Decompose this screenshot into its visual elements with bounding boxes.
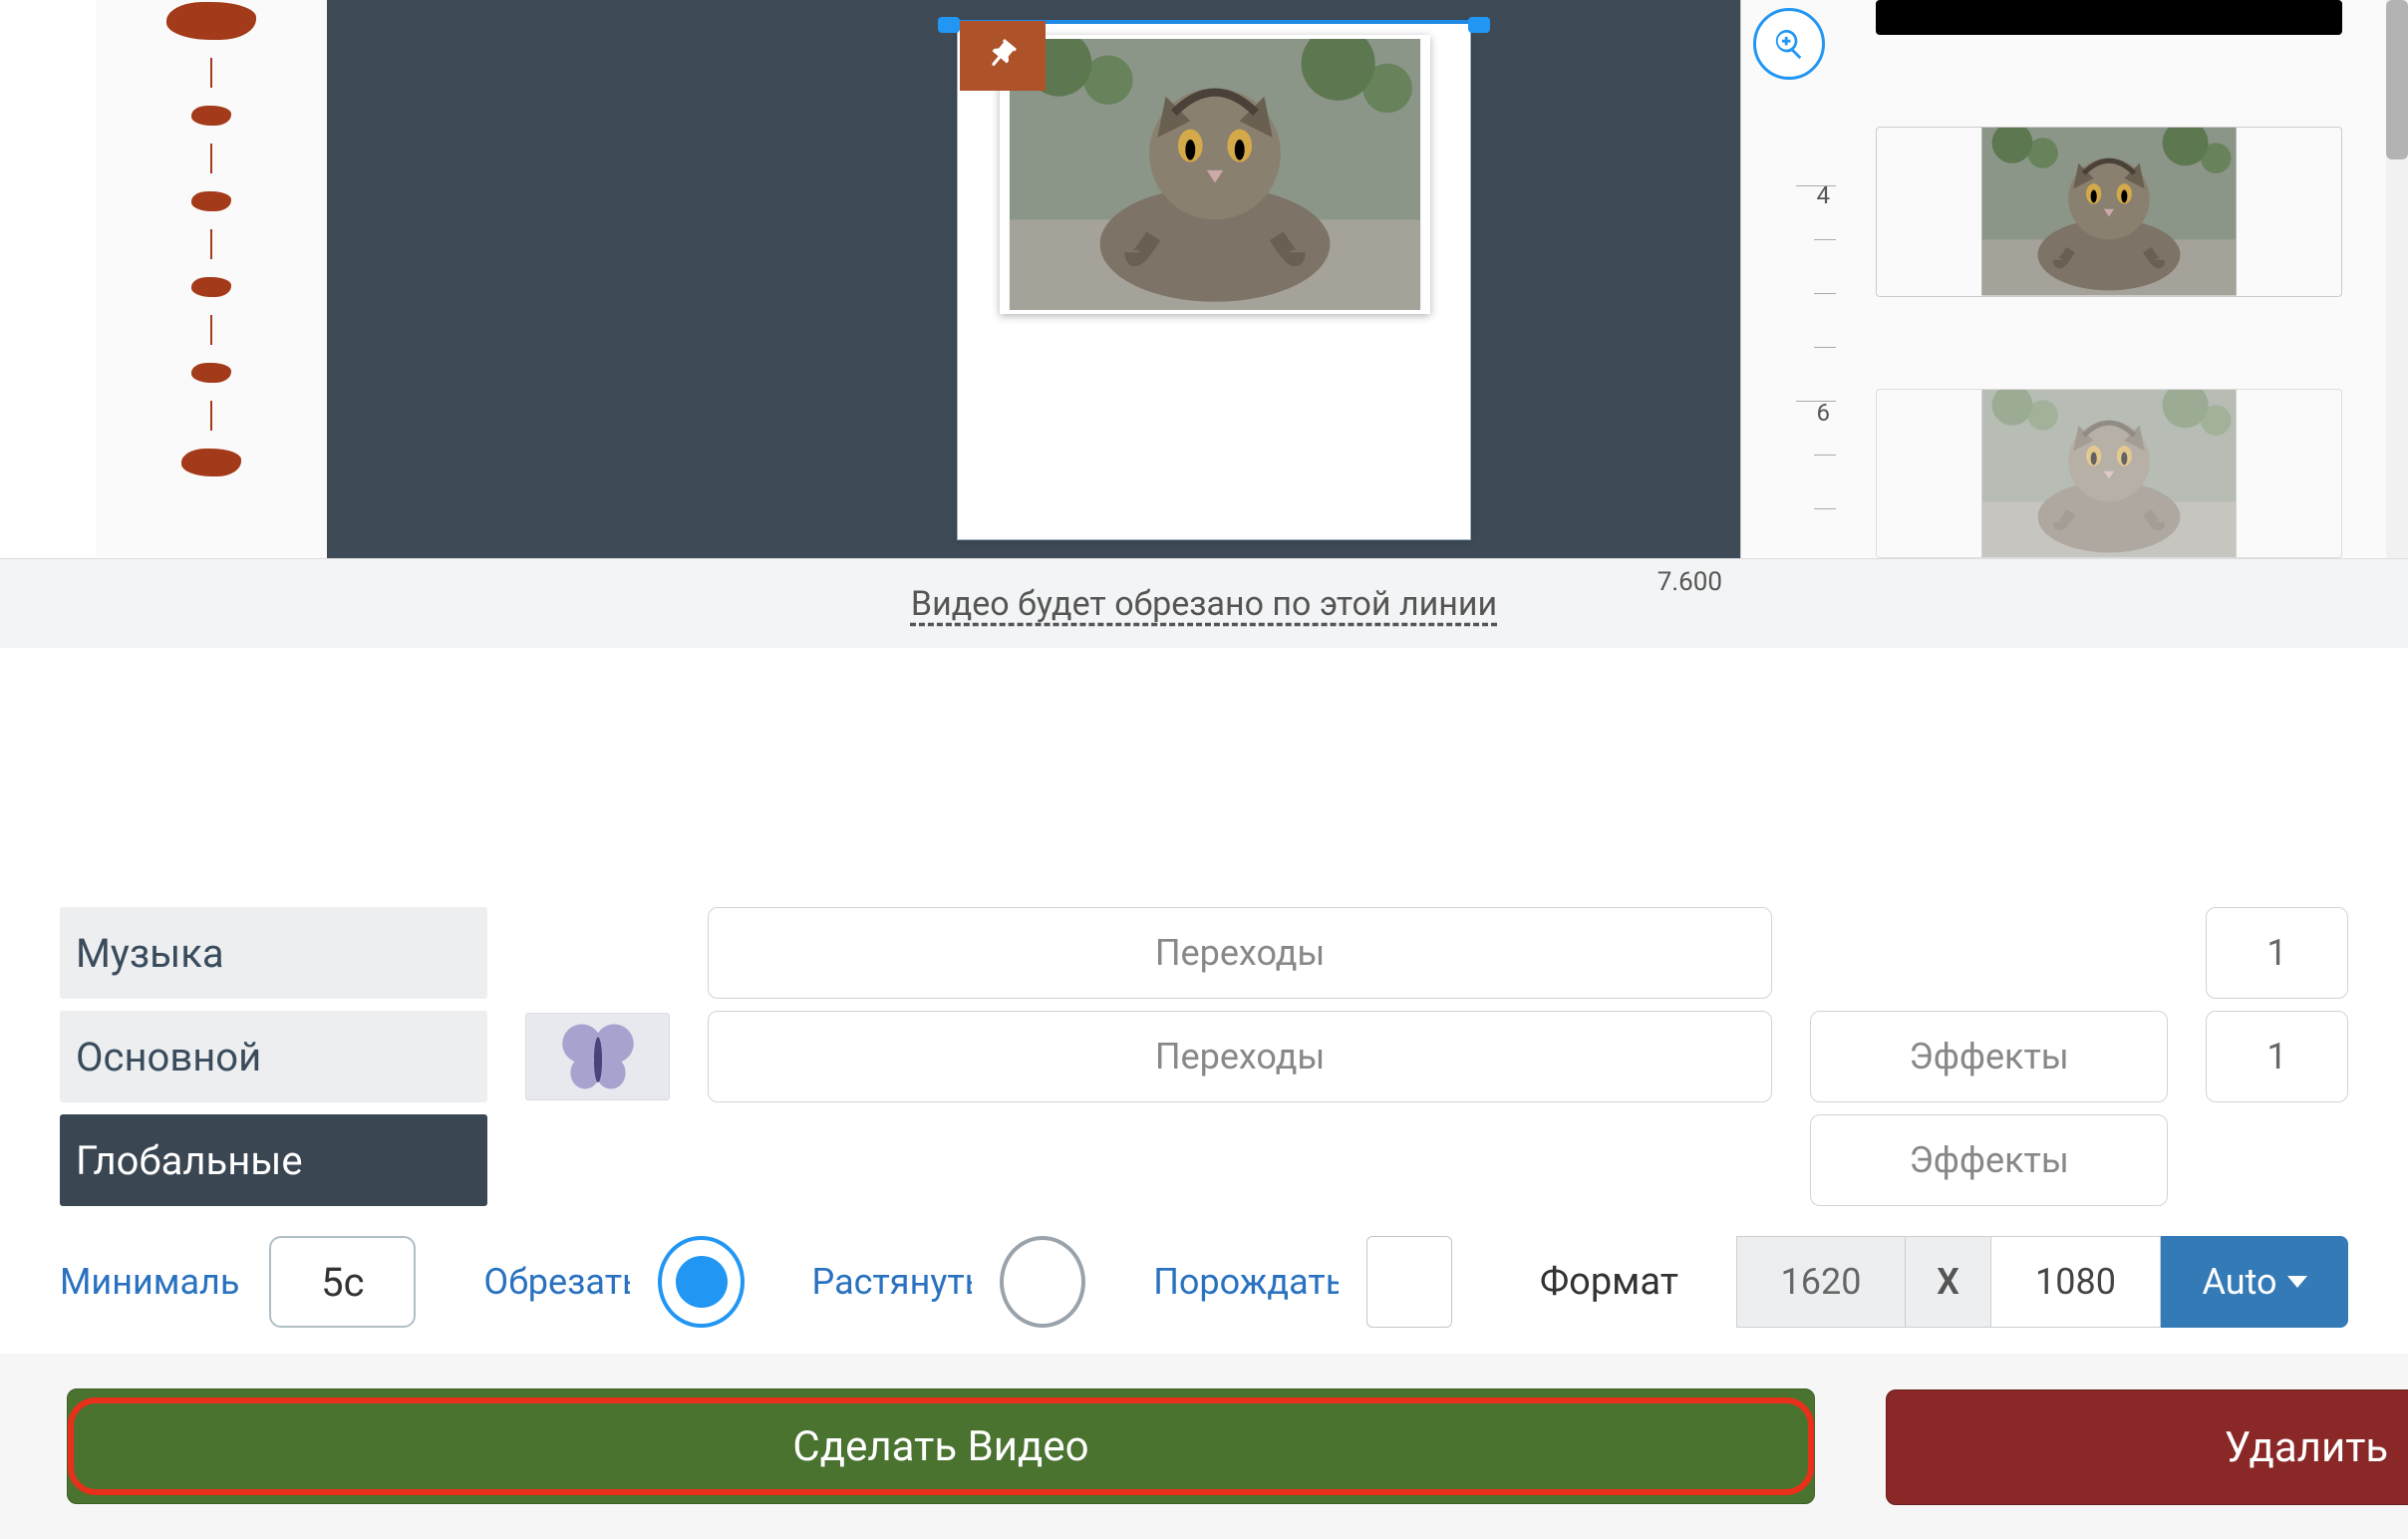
zoom-button[interactable] <box>1753 8 1825 80</box>
timeline: 4 6 <box>0 0 2408 558</box>
time-ruler: 4 6 <box>1740 0 1836 558</box>
audio-waveform-track[interactable] <box>96 0 327 558</box>
transitions-button[interactable]: Переходы <box>708 1011 1772 1102</box>
scrollbar[interactable] <box>2386 0 2408 558</box>
transitions-button[interactable]: Переходы <box>708 907 1772 999</box>
spawn-label: Порождать <box>1153 1261 1339 1303</box>
format-label: Формат <box>1540 1260 1678 1304</box>
stretch-radio[interactable] <box>1000 1236 1085 1328</box>
layer-global: Глобальные Эффекты <box>60 1114 2348 1206</box>
layer-main: Основной Переходы Эффекты 1 <box>60 1011 2348 1102</box>
minimal-label: Минималь <box>60 1261 241 1303</box>
trim-time: 7.600 <box>1657 567 1722 597</box>
layer-music: Музыка Переходы 1 <box>60 907 2348 999</box>
trim-notice-bar: Видео будет обрезано по этой линии 7.600 <box>0 558 2408 648</box>
trim-notice-text[interactable]: Видео будет обрезано по этой линии <box>911 584 1497 624</box>
crop-radio[interactable] <box>658 1236 744 1328</box>
effects-button[interactable]: Эффекты <box>1810 1011 2168 1102</box>
clip-handle-left[interactable] <box>938 17 960 33</box>
footer: Сделать Видео Удалить <box>0 1354 2408 1539</box>
gutter <box>0 0 96 558</box>
make-video-button[interactable]: Сделать Видео <box>67 1388 1815 1504</box>
clip-handle-right[interactable] <box>1468 17 1490 33</box>
butterfly-icon <box>559 1021 637 1092</box>
layer-main-label[interactable]: Основной <box>60 1011 487 1102</box>
stretch-label: Растянуть <box>812 1261 973 1303</box>
chevron-down-icon <box>2287 1276 2307 1288</box>
effects-button[interactable]: Эффекты <box>1810 1114 2168 1206</box>
pin-badge[interactable] <box>960 21 1046 91</box>
tick-4: 4 <box>1817 181 1831 209</box>
layer-music-label[interactable]: Музыка <box>60 907 487 999</box>
music-count[interactable]: 1 <box>2206 907 2348 999</box>
controls-row: Минималь 5с Обрезать Растянуть Порождать… <box>0 1206 2408 1326</box>
tick-6: 6 <box>1817 399 1831 427</box>
layers-panel: Музыка Переходы 1 Основной Переходы Эффе… <box>0 895 2408 1206</box>
pin-icon <box>976 29 1030 83</box>
auto-format-button[interactable]: Auto <box>2161 1236 2348 1328</box>
spawn-checkbox[interactable] <box>1366 1236 1452 1328</box>
video-clip[interactable] <box>957 20 1471 540</box>
layer-global-label[interactable]: Глобальные <box>60 1114 487 1206</box>
minimal-input[interactable]: 5с <box>269 1236 416 1328</box>
thumbnail-item[interactable] <box>1876 389 2342 559</box>
thumbnails-panel <box>1836 0 2408 558</box>
thumbnail-item[interactable] <box>1876 127 2342 297</box>
butterfly-preset[interactable] <box>525 1013 670 1100</box>
main-count[interactable]: 1 <box>2206 1011 2348 1102</box>
format-x: X <box>1906 1236 1991 1328</box>
delete-button[interactable]: Удалить <box>1886 1389 2408 1505</box>
thumb-black[interactable] <box>1876 0 2342 35</box>
clip-thumbnail <box>1004 39 1426 310</box>
zoom-in-icon <box>1772 27 1806 61</box>
format-height[interactable]: 1080 <box>1991 1236 2161 1328</box>
format-width[interactable]: 1620 <box>1736 1236 1906 1328</box>
crop-label: Обрезать <box>483 1261 630 1303</box>
canvas[interactable] <box>327 0 1740 558</box>
scrollbar-thumb[interactable] <box>2386 0 2408 159</box>
